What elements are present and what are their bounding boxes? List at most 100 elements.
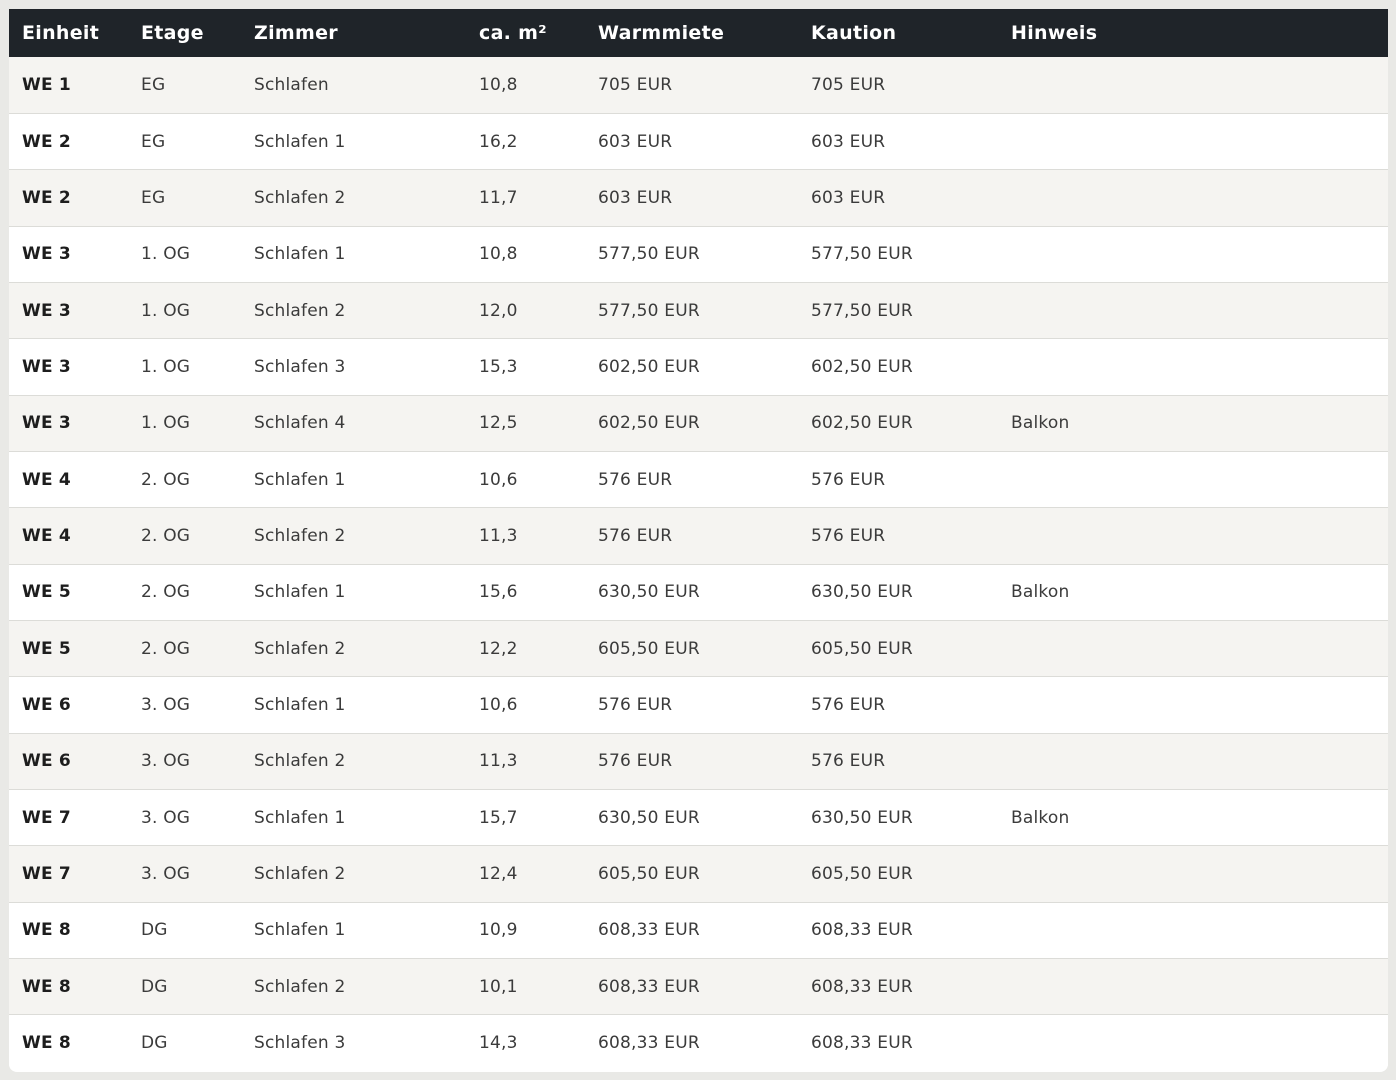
cell-zimmer: Schlafen 4 [254,413,346,434]
cell-zimmer: Schlafen 2 [254,525,346,546]
table-row: WE 2 EG Schlafen 2 11,7 603 EUR 603 EUR [9,169,1388,227]
cell-kaution: 630,50 EUR [811,807,913,828]
cell-etage: DG [141,976,168,997]
cell-hinweis [998,508,1388,564]
cell-zimmer: Schlafen 3 [254,1033,346,1054]
cell-hinweis [998,902,1388,958]
cell-etage: 3. OG [141,807,191,828]
cell-zimmer: Schlafen [254,74,329,95]
cell-warmmiete: 608,33 EUR [598,976,700,997]
cell-kaution: 577,50 EUR [811,244,913,265]
cell-flaeche: 16,2 [479,131,518,152]
cell-kaution: 576 EUR [811,751,886,772]
table-header: Einheit Etage Zimmer ca. m² Warmmiete Ka… [9,9,1388,57]
cell-warmmiete: 576 EUR [598,525,673,546]
column-header-zimmer[interactable]: Zimmer [241,9,466,57]
cell-einheit: WE 3 [22,356,71,377]
cell-etage: 1. OG [141,413,191,434]
cell-einheit: WE 8 [22,1033,71,1054]
cell-zimmer: Schlafen 2 [254,751,346,772]
cell-einheit: WE 4 [22,469,71,490]
cell-einheit: WE 5 [22,638,71,659]
table-row: WE 3 1. OG Schlafen 1 10,8 577,50 EUR 577,50 … [9,226,1388,283]
cell-hinweis: Balkon [1011,582,1070,603]
cell-hinweis [998,733,1388,789]
cell-etage: 2. OG [141,469,191,490]
cell-flaeche: 14,3 [479,1033,518,1054]
column-header-warmmiete[interactable]: Warmmiete [585,9,798,57]
cell-warmmiete: 608,33 EUR [598,1033,700,1054]
cell-flaeche: 11,7 [479,187,518,208]
cell-kaution: 608,33 EUR [811,976,913,997]
cell-flaeche: 15,7 [479,807,518,828]
table-row: WE 6 3. OG Schlafen 2 11,3 576 EUR 576 EUR [9,733,1388,790]
cell-flaeche: 11,3 [479,751,518,772]
cell-kaution: 576 EUR [811,694,886,715]
cell-flaeche: 10,6 [479,469,518,490]
cell-kaution: 602,50 EUR [811,356,913,377]
cell-kaution: 576 EUR [811,525,886,546]
cell-zimmer: Schlafen 2 [254,863,346,884]
cell-etage: 2. OG [141,582,191,603]
cell-zimmer: Schlafen 1 [254,131,346,152]
cell-zimmer: Schlafen 1 [254,244,346,265]
cell-einheit: WE 5 [22,582,71,603]
cell-zimmer: Schlafen 2 [254,638,346,659]
cell-einheit: WE 6 [22,751,71,772]
cell-warmmiete: 603 EUR [598,187,673,208]
cell-einheit: WE 3 [22,300,71,321]
cell-etage: EG [141,131,166,152]
cell-flaeche: 12,5 [479,413,518,434]
cell-kaution: 630,50 EUR [811,582,913,603]
table-row: WE 3 1. OG Schlafen 2 12,0 577,50 EUR 577,50 … [9,282,1388,339]
cell-kaution: 605,50 EUR [811,638,913,659]
cell-einheit: WE 3 [22,413,71,434]
cell-hinweis: Balkon [1011,413,1070,434]
column-header-etage[interactable]: Etage [128,9,241,57]
cell-etage: 3. OG [141,694,191,715]
cell-etage: 1. OG [141,356,191,377]
table-row: WE 1 EG Schlafen 10,8 705 EUR 705 EUR [9,57,1388,114]
header-row: Einheit Etage Zimmer ca. m² Warmmiete Ka… [9,9,1388,57]
column-header-kaution[interactable]: Kaution [798,9,998,57]
table-row: WE 4 2. OG Schlafen 2 11,3 576 EUR 576 EUR [9,507,1388,565]
cell-hinweis [998,846,1388,902]
table-row: WE 8 DG Schlafen 1 10,9 608,33 EUR 608,33 EUR [9,902,1388,959]
cell-zimmer: Schlafen 1 [254,694,346,715]
table-row: WE 8 DG Schlafen 2 10,1 608,33 EUR 608,33 EUR [9,958,1388,1015]
cell-flaeche: 12,4 [479,863,518,884]
cell-einheit: WE 4 [22,525,71,546]
cell-etage: 2. OG [141,525,191,546]
cell-warmmiete: 603 EUR [598,131,673,152]
cell-hinweis [998,451,1388,507]
cell-einheit: WE 7 [22,807,71,828]
cell-warmmiete: 605,50 EUR [598,863,700,884]
cell-einheit: WE 3 [22,244,71,265]
cell-warmmiete: 577,50 EUR [598,244,700,265]
cell-flaeche: 15,6 [479,582,518,603]
column-header-flaeche[interactable]: ca. m² [466,9,585,57]
cell-flaeche: 11,3 [479,525,518,546]
table-row: WE 2 EG Schlafen 1 16,2 603 EUR 603 EUR [9,113,1388,170]
cell-zimmer: Schlafen 2 [254,976,346,997]
cell-kaution: 577,50 EUR [811,300,913,321]
cell-einheit: WE 8 [22,976,71,997]
cell-warmmiete: 576 EUR [598,469,673,490]
table-row: WE 3 1. OG Schlafen 4 12,5 602,50 EUR 602,50 … [9,395,1388,452]
cell-flaeche: 10,1 [479,976,518,997]
cell-etage: 1. OG [141,244,191,265]
cell-flaeche: 12,2 [479,638,518,659]
column-header-einheit[interactable]: Einheit [9,9,128,57]
cell-zimmer: Schlafen 1 [254,807,346,828]
cell-kaution: 603 EUR [811,131,886,152]
table-row: WE 6 3. OG Schlafen 1 10,6 576 EUR 576 EUR [9,676,1388,734]
cell-einheit: WE 2 [22,187,71,208]
room-rental-table-card: Einheit Etage Zimmer ca. m² Warmmiete Ka… [9,9,1388,1072]
cell-warmmiete: 630,50 EUR [598,582,700,603]
cell-etage: DG [141,1033,168,1054]
cell-kaution: 603 EUR [811,187,886,208]
column-header-hinweis[interactable]: Hinweis [998,9,1388,57]
cell-etage: 3. OG [141,751,191,772]
cell-warmmiete: 630,50 EUR [598,807,700,828]
cell-kaution: 608,33 EUR [811,920,913,941]
